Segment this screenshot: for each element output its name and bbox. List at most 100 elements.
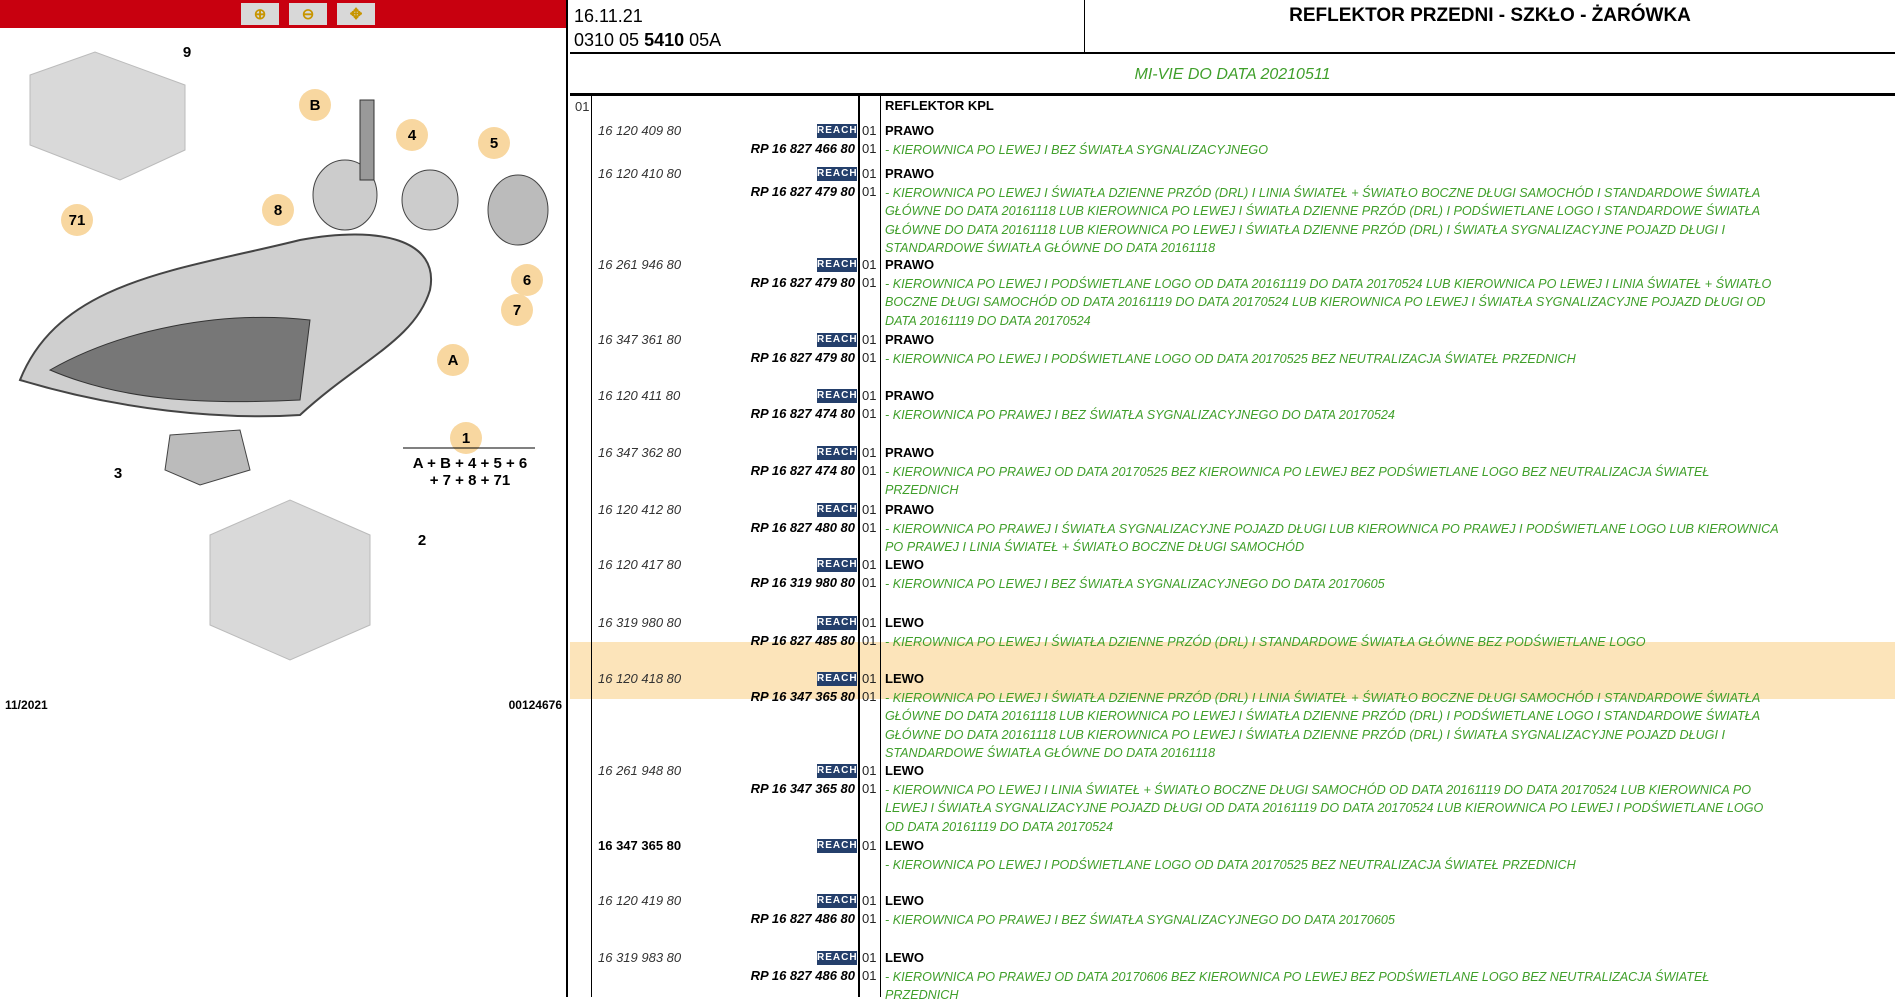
replacement-part-number[interactable]: RP 16 347 365 80 <box>751 781 855 796</box>
callout-B[interactable]: B <box>299 89 331 121</box>
quantity: 01 <box>862 123 877 138</box>
part-number[interactable]: 16 120 419 80 <box>598 893 681 908</box>
part-number[interactable]: 16 319 983 80 <box>598 950 681 965</box>
ref-suffix: 05A <box>684 30 722 50</box>
part-number[interactable]: 16 261 946 80 <box>598 257 681 272</box>
part-number[interactable]: 16 347 365 80 <box>598 838 681 853</box>
replacement-quantity: 01 <box>862 633 877 648</box>
description-line: - KIEROWNICA PO PRAWEJ OD DATA 20170606 … <box>885 970 1710 984</box>
replacement-part-number[interactable]: RP 16 827 474 80 <box>751 406 855 421</box>
part-number[interactable]: 16 120 409 80 <box>598 123 681 138</box>
quantity: 01 <box>862 950 877 965</box>
description-line: PO PRAWEJ I LINIA ŚWIATEŁ + ŚWIATŁO BOCZ… <box>885 540 1305 555</box>
replacement-part-number[interactable]: RP 16 827 486 80 <box>751 911 855 926</box>
replacement-quantity: 01 <box>862 968 877 983</box>
side-label: LEWO <box>885 838 924 853</box>
replacement-part-number[interactable]: RP 16 827 480 80 <box>751 520 855 535</box>
description: - KIEROWNICA PO LEWEJ I ŚWIATŁA DZIENNE … <box>885 633 1885 651</box>
part-number[interactable]: 16 347 362 80 <box>598 445 681 460</box>
callout-8[interactable]: 8 <box>262 194 294 226</box>
replacement-part-number[interactable]: RP 16 827 479 80 <box>751 184 855 199</box>
replacement-part-number[interactable]: RP 16 827 466 80 <box>751 141 855 156</box>
reach-badge: REACH <box>817 672 858 686</box>
callout-2[interactable]: 2 <box>418 532 426 549</box>
exploded-parts-diagram[interactable]: 9 B 4 5 71 8 6 7 A 1 3 2 A + B + 4 + 5 + 6 + 7 + 8 … <box>0 30 566 690</box>
callout-label: 4 <box>408 127 417 144</box>
zoom-out-icon[interactable]: ⊖ <box>289 3 327 25</box>
bulb-box-9 <box>29 51 186 181</box>
subtitle: MI-VIE DO DATA 20210511 <box>570 54 1895 96</box>
part-number[interactable]: 16 120 418 80 <box>598 671 681 686</box>
part-number[interactable]: 16 120 412 80 <box>598 502 681 517</box>
description-line: - KIEROWNICA PO PRAWEJ OD DATA 20170525 … <box>885 465 1710 479</box>
callout-4[interactable]: 4 <box>396 119 428 151</box>
replacement-quantity: 01 <box>862 689 877 704</box>
description-line: - KIEROWNICA PO LEWEJ I LINIA ŚWIATEŁ + … <box>885 783 1752 797</box>
callout-label: 8 <box>274 202 282 219</box>
description-line: - KIEROWNICA PO PRAWEJ I BEZ ŚWIATŁA SYG… <box>885 408 1395 422</box>
description-line: - KIEROWNICA PO PRAWEJ I ŚWIATŁA SYGNALI… <box>885 522 1779 536</box>
replacement-part-number[interactable]: RP 16 827 485 80 <box>751 633 855 648</box>
side-label: LEWO <box>885 950 924 965</box>
replacement-part-number[interactable]: RP 16 827 479 80 <box>751 275 855 290</box>
callout-71[interactable]: 71 <box>61 204 93 236</box>
quantity: 01 <box>862 893 877 908</box>
quantity: 01 <box>862 257 877 272</box>
callout-label: 1 <box>462 430 470 447</box>
replacement-quantity: 01 <box>862 463 877 478</box>
replacement-part-number[interactable]: RP 16 319 980 80 <box>751 575 855 590</box>
side-label: PRAWO <box>885 257 935 272</box>
description-line: STANDARDOWE ŚWIATŁA GŁÓWNE DO DATA 20161… <box>885 746 1216 761</box>
callout-7[interactable]: 7 <box>501 294 533 326</box>
replacement-quantity: 01 <box>862 520 877 535</box>
description-line: PRZEDNICH <box>885 988 959 1003</box>
callout-6[interactable]: 6 <box>511 264 543 296</box>
ref-bold: 5410 <box>644 30 685 50</box>
replacement-part-number[interactable]: RP 16 827 474 80 <box>751 463 855 478</box>
callout-1[interactable]: 1 <box>450 422 482 454</box>
description-line: - KIEROWNICA PO LEWEJ I ŚWIATŁA DZIENNE … <box>885 635 1646 649</box>
part-number[interactable]: 16 120 411 80 <box>598 388 680 403</box>
part-number[interactable]: 16 347 361 80 <box>598 332 681 347</box>
replacement-quantity: 01 <box>862 911 877 926</box>
zoom-in-icon[interactable]: ⊕ <box>241 3 279 25</box>
group-title: REFLEKTOR KPL <box>885 98 994 113</box>
pan-zoom-icon[interactable]: ✥ <box>337 3 375 25</box>
callout-9[interactable]: 9 <box>183 44 191 61</box>
header: 16.11.21 0310 05 5410 05A REFLEKTOR PRZE… <box>570 0 1895 54</box>
bracket-box-2 <box>209 499 371 661</box>
callout-5[interactable]: 5 <box>478 127 510 159</box>
description-line: PRZEDNICH <box>885 483 959 498</box>
side-label: LEWO <box>885 893 924 908</box>
callout-label: 2 <box>418 532 426 549</box>
description: - KIEROWNICA PO PRAWEJ OD DATA 20170606 … <box>885 968 1885 1005</box>
callout-label: 7 <box>513 302 521 319</box>
formula-line-2: + 7 + 8 + 71 <box>430 472 511 489</box>
cap-5 <box>487 174 549 246</box>
reach-badge: REACH <box>817 616 858 630</box>
part-number[interactable]: 16 120 417 80 <box>598 557 681 572</box>
callout-A[interactable]: A <box>437 344 469 376</box>
formula-line-1: A + B + 4 + 5 + 6 <box>413 455 528 472</box>
side-label: PRAWO <box>885 123 935 138</box>
part-number[interactable]: 16 319 980 80 <box>598 615 681 630</box>
side-label: PRAWO <box>885 445 935 460</box>
side-label: LEWO <box>885 557 924 572</box>
description-line: - KIEROWNICA PO PRAWEJ I BEZ ŚWIATŁA SYG… <box>885 913 1395 927</box>
replacement-part-number[interactable]: RP 16 827 479 80 <box>751 350 855 365</box>
description: - KIEROWNICA PO LEWEJ I LINIA ŚWIATEŁ + … <box>885 781 1885 836</box>
cap-4b <box>401 169 459 231</box>
description-line: - KIEROWNICA PO LEWEJ I BEZ ŚWIATŁA SYGN… <box>885 143 1269 157</box>
replacement-part-number[interactable]: RP 16 347 365 80 <box>751 689 855 704</box>
description-line: - KIEROWNICA PO LEWEJ I PODŚWIETLANE LOG… <box>885 277 1772 291</box>
ref-prefix: 0310 05 <box>574 30 645 50</box>
part-number[interactable]: 16 261 948 80 <box>598 763 681 778</box>
description: - KIEROWNICA PO PRAWEJ I BEZ ŚWIATŁA SYG… <box>885 406 1885 424</box>
callout-3[interactable]: 3 <box>114 465 122 482</box>
reach-badge: REACH <box>817 839 858 853</box>
side-label: PRAWO <box>885 166 935 181</box>
part-number[interactable]: 16 120 410 80 <box>598 166 681 181</box>
description-line: GŁÓWNE DO DATA 20161118 LUB KIEROWNICA P… <box>885 222 1725 237</box>
callout-label: 71 <box>69 212 86 229</box>
replacement-part-number[interactable]: RP 16 827 486 80 <box>751 968 855 983</box>
